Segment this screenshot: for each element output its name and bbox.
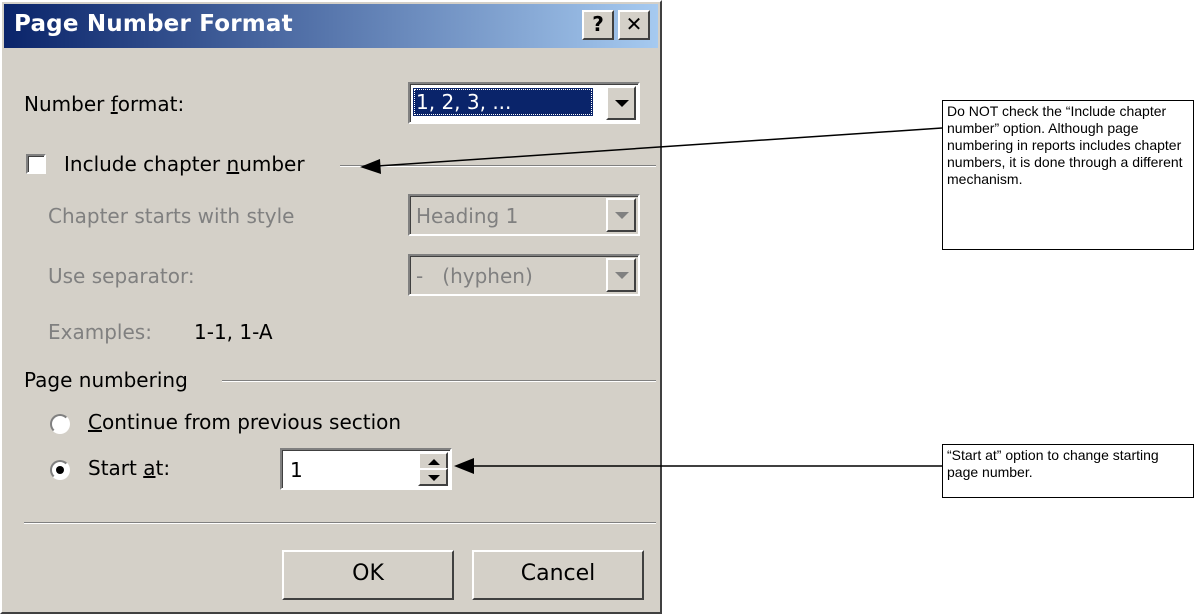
ok-button[interactable]: OK — [282, 550, 454, 600]
help-button[interactable]: ? — [582, 10, 614, 40]
include-chapter-number-label[interactable]: Include chapter number — [64, 152, 305, 176]
dialog-title: Page Number Format — [14, 11, 293, 37]
number-format-selection: 1, 2, 3, ... — [413, 88, 593, 116]
chapter-group-divider — [340, 165, 656, 167]
start-at-label[interactable]: Start at: — [88, 456, 170, 480]
number-format-dropdown-button[interactable] — [606, 86, 636, 120]
page-number-format-dialog: Page Number Format ? ✕ Number format: 1,… — [0, 0, 662, 614]
separator-dropdown[interactable]: - (hyphen) — [408, 254, 640, 296]
continue-from-previous-label[interactable]: Continue from previous section — [88, 410, 401, 434]
start-at-value: 1 — [290, 458, 303, 482]
spin-down-button[interactable] — [418, 468, 448, 486]
examples-label: Examples: — [48, 320, 152, 344]
number-format-value: 1, 2, 3, ... — [416, 90, 512, 114]
chapter-style-value: Heading 1 — [416, 204, 519, 228]
cancel-button[interactable]: Cancel — [472, 550, 644, 600]
arrow-down-icon — [428, 475, 440, 481]
examples-value: 1-1, 1-A — [194, 320, 273, 344]
close-button[interactable]: ✕ — [618, 10, 650, 40]
help-icon: ? — [592, 12, 604, 36]
start-at-radio[interactable] — [50, 460, 70, 480]
number-format-dropdown[interactable]: 1, 2, 3, ... — [408, 82, 640, 124]
include-chapter-number-checkbox[interactable] — [26, 154, 46, 174]
separator-value: - (hyphen) — [416, 264, 533, 288]
arrow-up-icon — [428, 459, 440, 465]
chevron-down-icon — [615, 272, 629, 279]
title-bar[interactable]: Page Number Format ? ✕ — [4, 4, 658, 48]
chapter-style-label: Chapter starts with style — [48, 204, 295, 228]
continue-from-previous-radio[interactable] — [50, 414, 70, 434]
close-icon: ✕ — [625, 12, 643, 36]
chevron-down-icon — [615, 100, 629, 107]
separator-dropdown-button[interactable] — [606, 258, 636, 292]
chevron-down-icon — [615, 212, 629, 219]
page-numbering-group-divider — [222, 380, 656, 382]
bottom-divider — [24, 522, 656, 524]
separator-label: Use separator: — [48, 264, 195, 288]
start-at-spinner[interactable]: 1 — [280, 448, 452, 490]
radio-selected-dot — [56, 466, 64, 474]
chapter-style-dropdown[interactable]: Heading 1 — [408, 194, 640, 236]
chapter-style-dropdown-button[interactable] — [606, 198, 636, 232]
annotation-chapter-number-note: Do NOT check the “Include chapter number… — [942, 100, 1194, 250]
page-numbering-group-label: Page numbering — [24, 368, 188, 392]
number-format-label: Number format: — [24, 92, 185, 116]
annotation-start-at-note: “Start at” option to change starting pag… — [942, 444, 1194, 498]
